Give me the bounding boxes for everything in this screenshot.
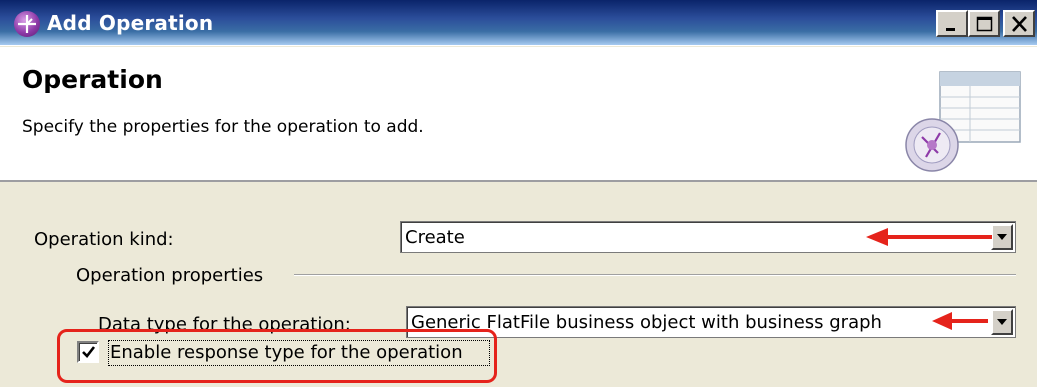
minimize-icon (946, 28, 955, 31)
operation-kind-dropdown-button[interactable] (991, 224, 1013, 250)
data-type-dropdown-button[interactable] (991, 309, 1013, 335)
operation-properties-group-label: Operation properties (76, 265, 264, 286)
minimize-button[interactable] (936, 10, 968, 37)
dialog-header: Operation Specify the properties for the… (0, 47, 1037, 182)
close-button[interactable] (1003, 10, 1035, 37)
operation-kind-value: Create (405, 227, 465, 248)
data-type-select[interactable]: Generic FlatFile business object with bu… (406, 306, 1016, 338)
close-icon (1012, 16, 1027, 32)
data-type-arrow (932, 312, 988, 330)
group-divider (294, 274, 1016, 276)
maximize-icon (976, 16, 993, 32)
operation-table-icon (900, 67, 1025, 181)
enable-response-highlight (57, 329, 497, 383)
page-description: Specify the properties for the operation… (22, 117, 424, 137)
title-bar: Add Operation (0, 0, 1037, 46)
operation-kind-label: Operation kind: (34, 229, 174, 250)
operation-kind-arrow (866, 228, 992, 246)
chevron-down-icon (997, 319, 1007, 325)
chevron-down-icon (997, 234, 1007, 240)
maximize-button[interactable] (968, 10, 1000, 37)
window-title: Add Operation (47, 11, 214, 35)
app-icon (14, 11, 40, 37)
page-title: Operation (22, 65, 163, 94)
